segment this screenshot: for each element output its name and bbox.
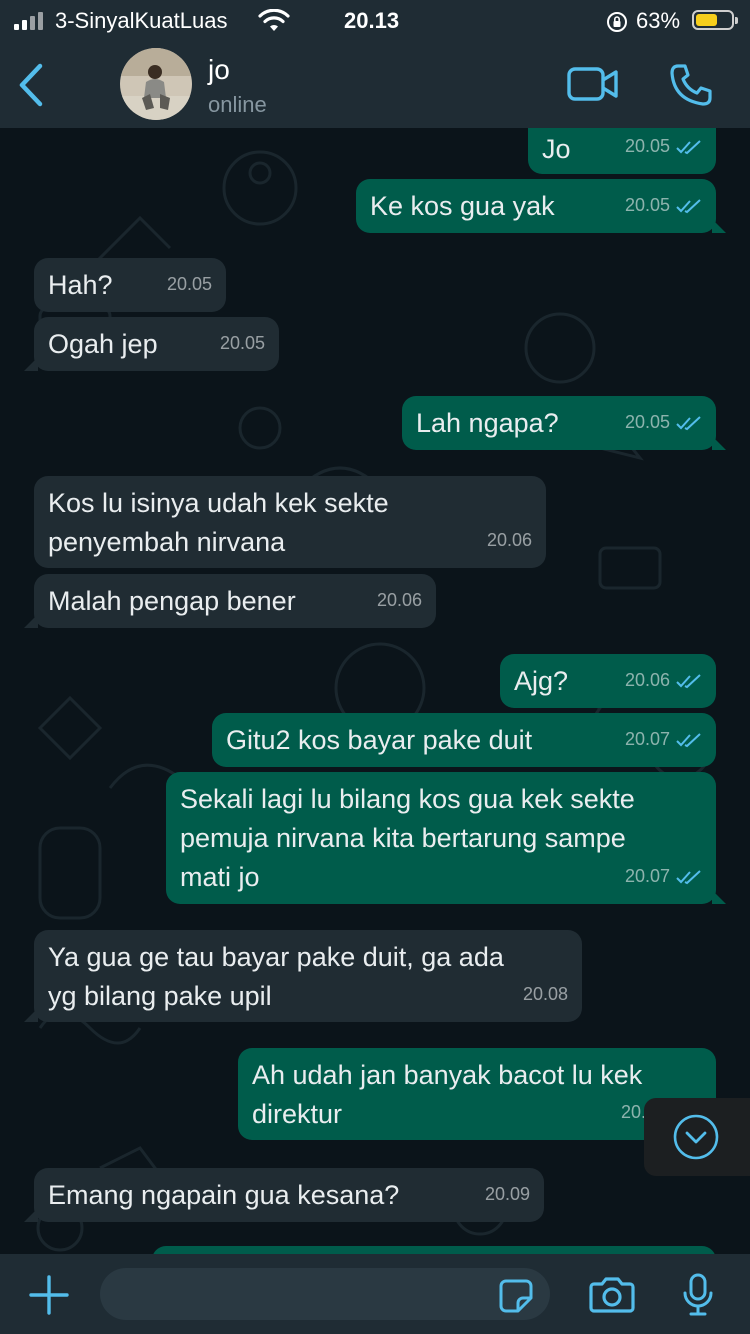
double-check-icon	[676, 674, 701, 689]
chat-header: jo online	[0, 42, 750, 128]
bubble-tail	[712, 219, 726, 233]
message-text: Jo	[542, 134, 571, 164]
camera-icon[interactable]	[588, 1276, 636, 1314]
message-bubble-incoming[interactable]: Ogah jep 20.05	[24, 317, 279, 371]
double-check-icon	[676, 870, 701, 885]
sticker-icon[interactable]	[498, 1278, 534, 1314]
double-check-icon	[676, 199, 701, 214]
message-bubble-outgoing[interactable]: Gitu2 kos bayar pake duit 20.07	[212, 713, 716, 767]
message-bubble-incoming[interactable]: Ya gua ge tau bayar pake duit, ga ada yg…	[24, 930, 582, 1022]
contact-status: online	[208, 92, 267, 117]
message-time: 20.05	[625, 403, 702, 442]
bubble-tail	[24, 614, 38, 628]
message-text: Ya gua ge tau bayar pake duit, ga ada yg…	[48, 942, 504, 1011]
bubble-tail	[712, 890, 726, 904]
contact-name[interactable]: jo	[208, 54, 230, 86]
message-time: 20.07	[625, 720, 702, 759]
video-call-icon[interactable]	[566, 64, 620, 104]
message-text: Ah udah jan banyak bacot lu kek direktur	[252, 1060, 643, 1129]
message-bubble-incoming[interactable]: Kos lu isinya udah kek sekte penyembah n…	[34, 476, 546, 568]
message-time: 20.05	[625, 128, 702, 166]
message-bubble-outgoing-partial[interactable]	[152, 1246, 716, 1254]
message-list[interactable]: Jo 20.05 Ke kos gua yak 20.05 Hah? 20.05…	[0, 128, 750, 1254]
battery-icon	[692, 10, 738, 30]
message-time: 20.05	[219, 333, 265, 353]
message-time: 20.06	[625, 661, 702, 700]
message-time: 20.05	[166, 274, 212, 294]
composer-bar	[0, 1254, 750, 1334]
message-text: Emang ngapain gua kesana?	[48, 1180, 400, 1210]
message-text: Kos lu isinya udah kek sekte penyembah n…	[48, 488, 389, 557]
message-text: Gitu2 kos bayar pake duit	[226, 725, 533, 755]
double-check-icon	[676, 416, 701, 431]
message-bubble-outgoing[interactable]: Jo 20.05	[528, 128, 716, 174]
battery-percent: 63%	[636, 8, 681, 33]
signal-icon	[14, 12, 48, 30]
double-check-icon	[676, 733, 701, 748]
message-time: 20.08	[522, 984, 568, 1004]
message-time: 20.06	[376, 590, 422, 610]
message-text: Lah ngapa?	[416, 408, 559, 438]
message-time: 20.06	[486, 530, 532, 550]
carrier-name: 3-SinyalKuatLuas	[55, 8, 228, 33]
bubble-tail	[712, 436, 726, 450]
message-text: Ogah jep	[48, 329, 158, 359]
voice-call-icon[interactable]	[668, 62, 714, 108]
bubble-tail	[24, 357, 38, 371]
clock: 20.13	[344, 8, 400, 33]
message-time: 20.09	[484, 1184, 530, 1204]
bubble-tail	[24, 1208, 38, 1222]
message-text: Ajg?	[514, 666, 569, 696]
orientation-lock-icon	[607, 12, 627, 32]
avatar[interactable]	[120, 48, 192, 120]
mic-icon[interactable]	[680, 1272, 716, 1318]
chevron-down-icon	[673, 1114, 719, 1160]
message-bubble-outgoing[interactable]: Sekali lagi lu bilang kos gua kek sekte …	[166, 772, 726, 904]
message-time: 20.07	[625, 857, 702, 896]
message-text: Ke kos gua yak	[370, 191, 555, 221]
plus-icon[interactable]	[28, 1274, 70, 1316]
message-text: Hah?	[48, 270, 113, 300]
bubble-tail	[24, 1008, 38, 1022]
message-bubble-incoming[interactable]: Emang ngapain gua kesana? 20.09	[24, 1168, 544, 1222]
wifi-icon	[258, 9, 290, 31]
scroll-to-bottom-button[interactable]	[644, 1098, 750, 1176]
message-bubble-incoming[interactable]: Malah pengap bener 20.06	[24, 574, 436, 628]
message-input[interactable]	[100, 1268, 550, 1320]
back-icon[interactable]	[14, 62, 50, 108]
double-check-icon	[676, 140, 701, 155]
message-bubble-outgoing[interactable]: Lah ngapa? 20.05	[402, 396, 726, 450]
message-bubble-incoming[interactable]: Hah? 20.05	[34, 258, 226, 312]
message-bubble-outgoing[interactable]: Ke kos gua yak 20.05	[356, 179, 726, 233]
status-bar: 3-SinyalKuatLuas 20.13 63%	[0, 0, 750, 42]
message-text: Malah pengap bener	[48, 586, 296, 616]
message-bubble-outgoing[interactable]: Ajg? 20.06	[500, 654, 716, 708]
message-time: 20.05	[625, 186, 702, 225]
message-time: 20.	[620, 1102, 646, 1122]
message-text: Sekali lagi lu bilang kos gua kek sekte …	[180, 784, 635, 892]
